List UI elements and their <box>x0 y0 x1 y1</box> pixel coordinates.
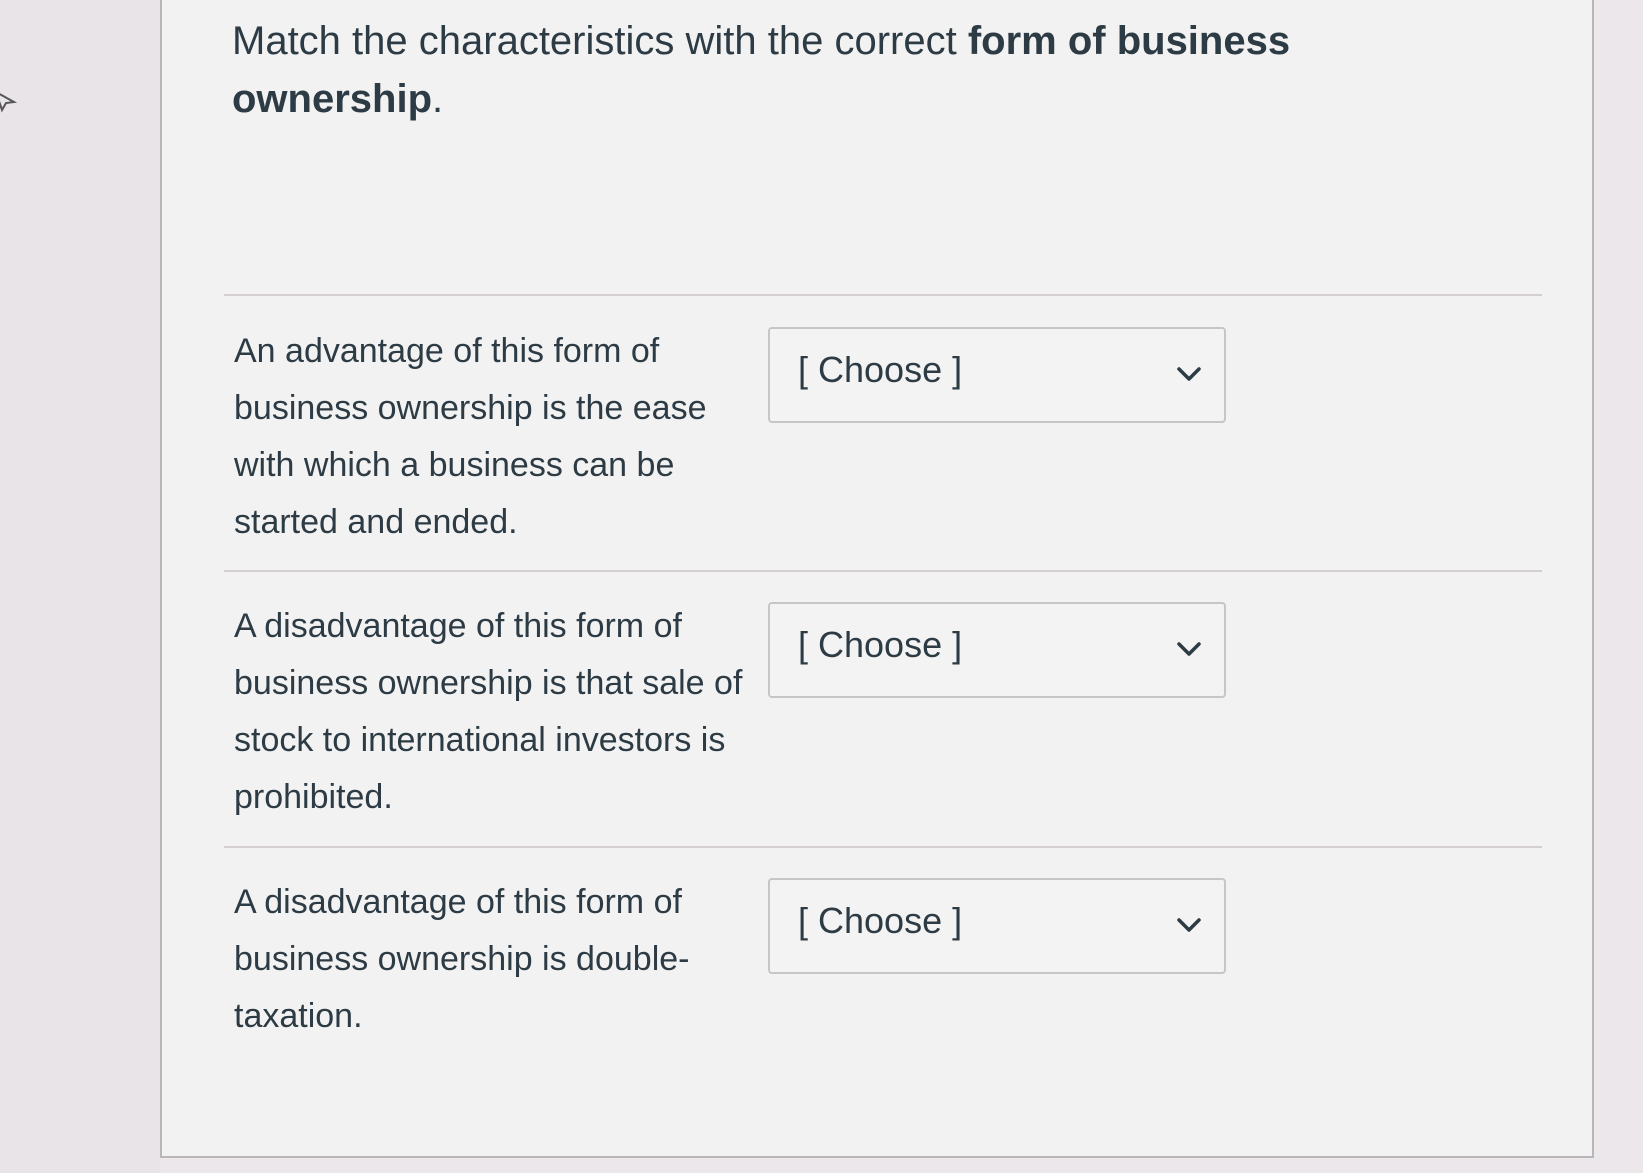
characteristic-text: A disadvantage of this form of business … <box>234 607 743 816</box>
characteristic-text: An advantage of this form of business ow… <box>234 332 707 541</box>
divider <box>224 570 1542 572</box>
prompt-period: . <box>432 77 444 121</box>
select-value: [ Choose ] <box>798 624 963 665</box>
question-panel: Match the characteristics with the corre… <box>160 0 1594 1158</box>
left-gutter <box>0 0 160 1173</box>
form-select-dropdown-1[interactable]: [ Choose ] <box>768 327 1226 423</box>
chevron-down-icon <box>1177 642 1201 656</box>
characteristic-text: A disadvantage of this form of business … <box>234 883 690 1035</box>
mouse-cursor-icon <box>0 93 18 113</box>
form-select-dropdown-2[interactable]: [ Choose ] <box>768 602 1226 698</box>
divider <box>224 294 1542 296</box>
select-value: [ Choose ] <box>798 900 963 941</box>
form-select-dropdown-3[interactable]: [ Choose ] <box>768 878 1226 974</box>
prompt-text: Match the characteristics with the corre… <box>232 19 968 63</box>
question-prompt: Match the characteristics with the corre… <box>232 12 1472 128</box>
divider <box>224 846 1542 848</box>
select-value: [ Choose ] <box>798 349 963 390</box>
chevron-down-icon <box>1177 918 1201 932</box>
chevron-down-icon <box>1177 367 1201 381</box>
